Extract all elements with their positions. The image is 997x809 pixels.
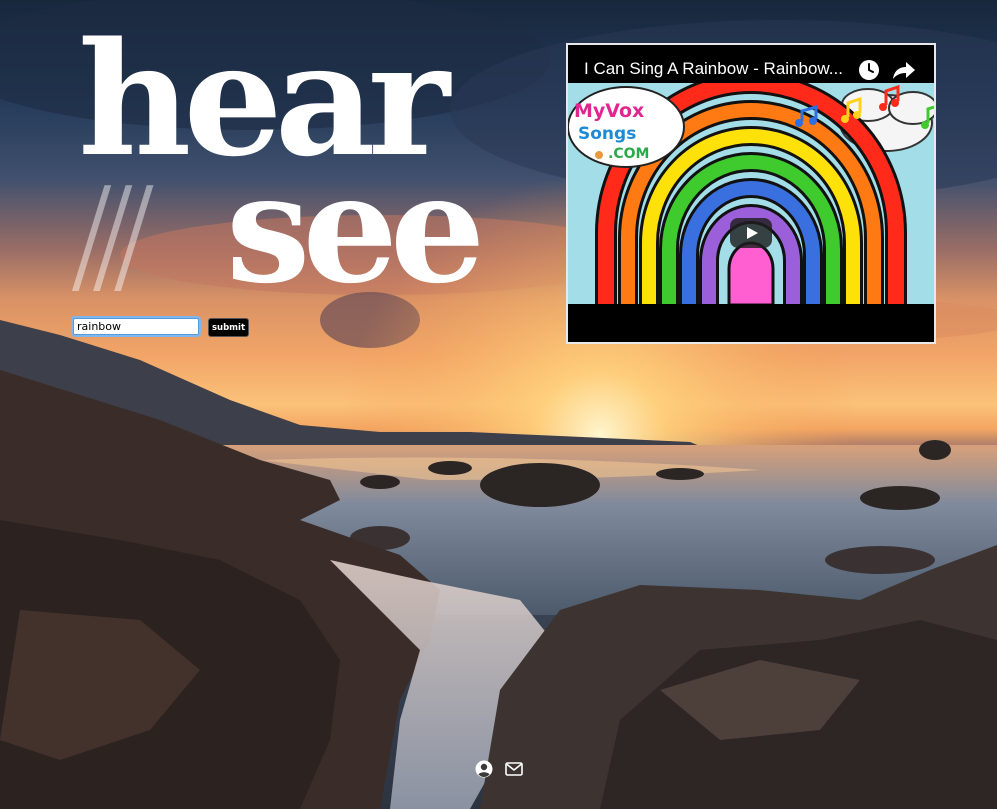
video-title-bar: I Can Sing A Rainbow - Rainbow... bbox=[568, 45, 934, 83]
logo-slashes: /// bbox=[70, 161, 156, 310]
search-input[interactable] bbox=[73, 318, 199, 335]
play-icon[interactable] bbox=[730, 218, 772, 248]
video-thumbnail[interactable]: MyVox Songs .COM bbox=[568, 83, 934, 304]
video-title[interactable]: I Can Sing A Rainbow - Rainbow... bbox=[584, 59, 854, 79]
myvox-songs-logo: MyVox Songs .COM bbox=[568, 86, 685, 168]
logo-text-com: .COM bbox=[608, 146, 649, 162]
logo-text-songs: Songs bbox=[578, 124, 636, 144]
video-embed[interactable]: I Can Sing A Rainbow - Rainbow... MyVox … bbox=[566, 43, 936, 344]
envelope-icon[interactable] bbox=[505, 762, 523, 776]
share-icon[interactable] bbox=[892, 59, 916, 81]
logo-text-myvox: MyVox bbox=[574, 100, 644, 122]
logo-word-see: see bbox=[226, 141, 485, 317]
user-circle-icon[interactable] bbox=[475, 760, 493, 778]
video-bottom-bar bbox=[568, 304, 934, 342]
clock-icon[interactable] bbox=[858, 59, 880, 81]
submit-button[interactable]: submit bbox=[208, 318, 249, 337]
